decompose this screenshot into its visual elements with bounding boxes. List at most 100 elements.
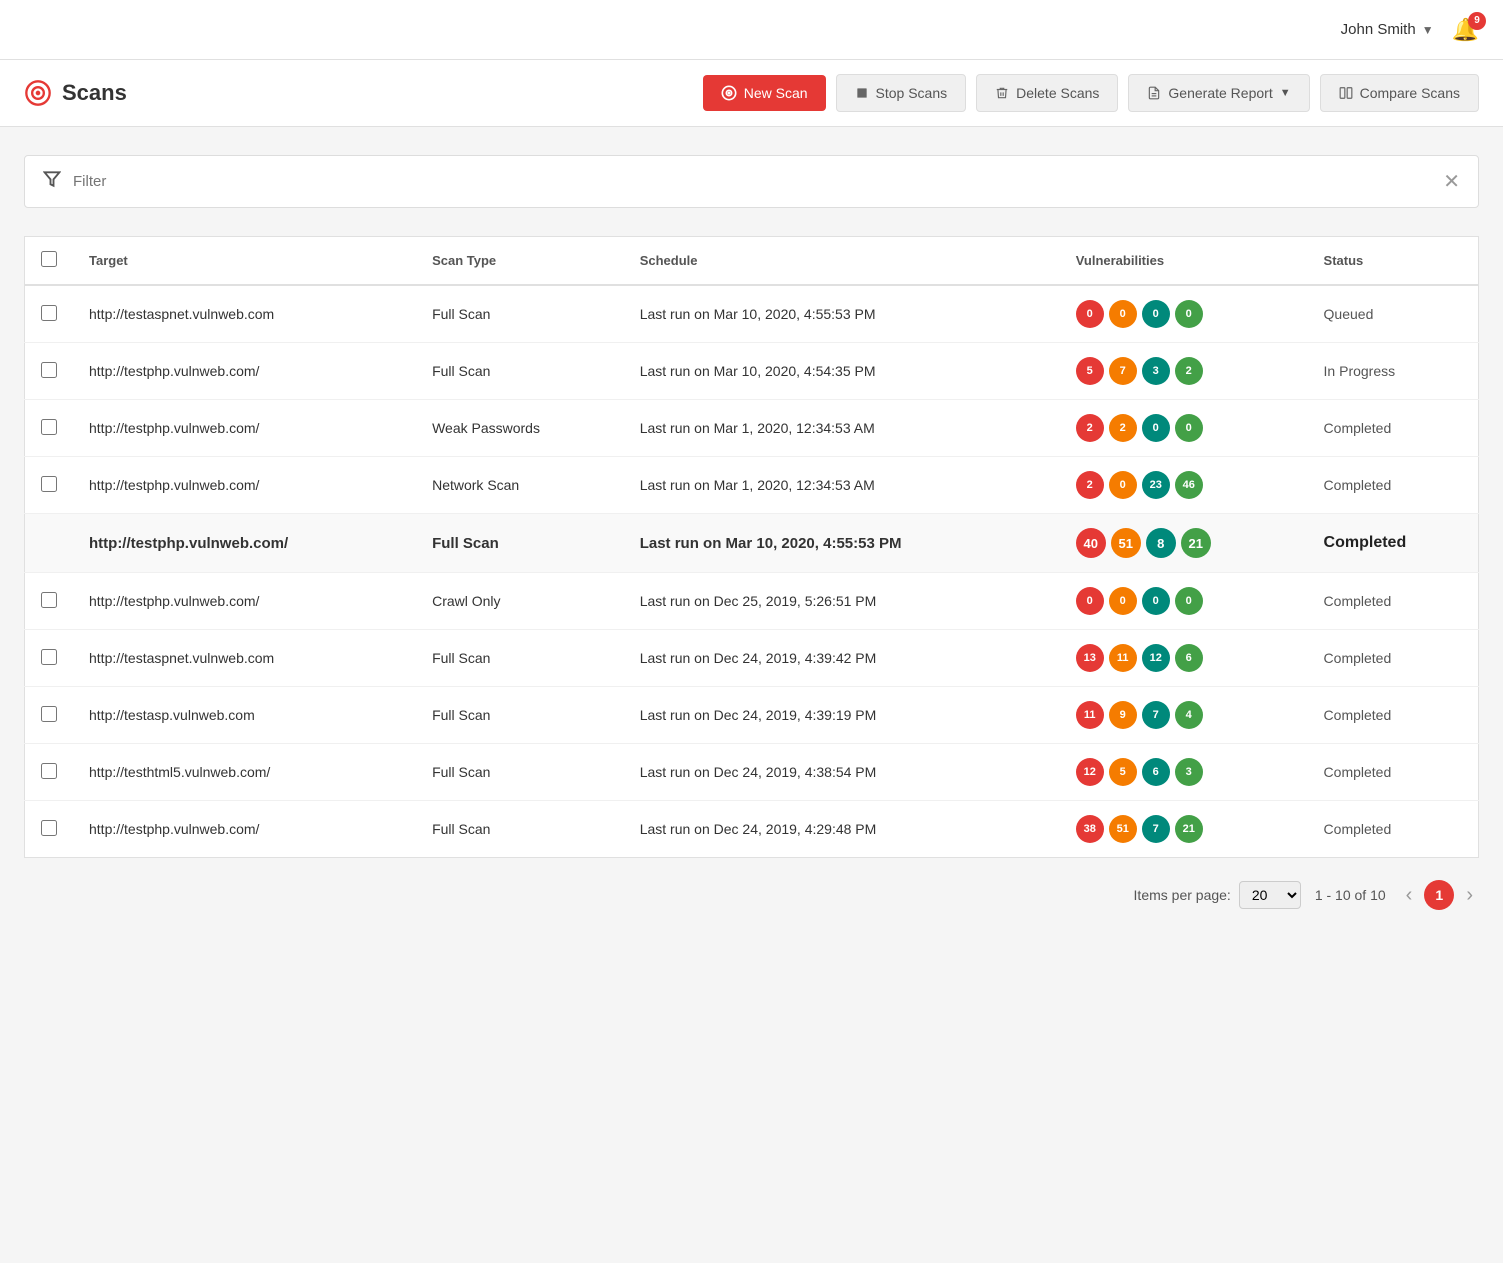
- table-row: http://testphp.vulnweb.com/Crawl OnlyLas…: [25, 573, 1479, 630]
- next-page-button[interactable]: ›: [1460, 882, 1479, 909]
- notification-badge: 9: [1468, 12, 1486, 30]
- vuln-badge: 0: [1076, 300, 1104, 328]
- generate-report-chevron: ▼: [1280, 87, 1291, 99]
- row-checkbox[interactable]: [41, 305, 57, 321]
- vuln-badge: 3: [1142, 357, 1170, 385]
- row-target: http://testasp.vulnweb.com: [73, 687, 416, 744]
- vuln-badge: 0: [1142, 300, 1170, 328]
- row-scan-type: Full Scan: [416, 801, 624, 858]
- vuln-badge: 0: [1175, 300, 1203, 328]
- col-vulnerabilities: Vulnerabilities: [1060, 237, 1308, 286]
- row-status: In Progress: [1308, 343, 1479, 400]
- delete-icon: [995, 86, 1009, 100]
- filter-clear-button[interactable]: ✕: [1443, 172, 1460, 192]
- row-schedule: Last run on Dec 24, 2019, 4:39:42 PM: [624, 630, 1060, 687]
- generate-report-button[interactable]: Generate Report ▼: [1128, 74, 1309, 112]
- prev-page-button[interactable]: ‹: [1400, 882, 1419, 909]
- vuln-badge: 7: [1142, 701, 1170, 729]
- vuln-badge: 4: [1175, 701, 1203, 729]
- row-status: Queued: [1308, 285, 1479, 343]
- vuln-badge: 51: [1109, 815, 1137, 843]
- row-schedule: Last run on Dec 25, 2019, 5:26:51 PM: [624, 573, 1060, 630]
- user-menu[interactable]: John Smith ▼: [1341, 21, 1434, 38]
- filter-input[interactable]: [73, 173, 1443, 190]
- row-vulnerabilities: 4051821: [1060, 514, 1308, 573]
- row-schedule: Last run on Dec 24, 2019, 4:38:54 PM: [624, 744, 1060, 801]
- toolbar: Scans New Scan Stop Scans Delete Scans: [0, 60, 1503, 127]
- row-schedule: Last run on Dec 24, 2019, 4:39:19 PM: [624, 687, 1060, 744]
- row-checkbox[interactable]: [41, 419, 57, 435]
- row-checkbox[interactable]: [41, 820, 57, 836]
- pagination-row: Items per page: 10 20 50 100 1 - 10 of 1…: [24, 880, 1479, 910]
- row-vulnerabilities: 202346: [1060, 457, 1308, 514]
- stop-scans-button[interactable]: Stop Scans: [836, 74, 967, 112]
- row-status: Completed: [1308, 573, 1479, 630]
- row-checkbox[interactable]: [41, 592, 57, 608]
- row-scan-type: Full Scan: [416, 687, 624, 744]
- row-status: Completed: [1308, 457, 1479, 514]
- vuln-badge: 6: [1142, 758, 1170, 786]
- vuln-badge: 5: [1076, 357, 1104, 385]
- user-chevron-icon: ▼: [1422, 23, 1434, 37]
- scans-table: Target Scan Type Schedule Vulnerabilitie…: [24, 236, 1479, 858]
- vuln-badge: 8: [1146, 528, 1176, 558]
- row-vulnerabilities: 3851721: [1060, 801, 1308, 858]
- vuln-badge: 21: [1181, 528, 1211, 558]
- vuln-badge: 12: [1076, 758, 1104, 786]
- row-checkbox[interactable]: [41, 763, 57, 779]
- col-target: Target: [73, 237, 416, 286]
- page-title: Scans: [62, 80, 127, 106]
- table-row: http://testhtml5.vulnweb.com/Full ScanLa…: [25, 744, 1479, 801]
- select-all-checkbox[interactable]: [41, 251, 57, 267]
- vuln-badge: 11: [1109, 644, 1137, 672]
- vuln-badge: 51: [1111, 528, 1141, 558]
- vuln-badge: 9: [1109, 701, 1137, 729]
- vuln-badge: 2: [1109, 414, 1137, 442]
- table-row: http://testphp.vulnweb.com/Full ScanLast…: [25, 343, 1479, 400]
- notification-button[interactable]: 🔔 9: [1452, 17, 1479, 43]
- table-row: http://testasp.vulnweb.comFull ScanLast …: [25, 687, 1479, 744]
- vuln-badge: 6: [1175, 644, 1203, 672]
- row-vulnerabilities: 0000: [1060, 573, 1308, 630]
- row-scan-type: Full Scan: [416, 744, 624, 801]
- row-vulnerabilities: 11974: [1060, 687, 1308, 744]
- row-schedule: Last run on Mar 10, 2020, 4:55:53 PM: [624, 285, 1060, 343]
- page-nav: ‹ 1 ›: [1400, 880, 1479, 910]
- vuln-badge: 11: [1076, 701, 1104, 729]
- filter-icon: [43, 170, 61, 193]
- row-checkbox[interactable]: [41, 476, 57, 492]
- row-target: http://testhtml5.vulnweb.com/: [73, 744, 416, 801]
- table-row: http://testaspnet.vulnweb.comFull ScanLa…: [25, 285, 1479, 343]
- current-page: 1: [1424, 880, 1454, 910]
- scans-icon: [24, 79, 52, 107]
- delete-scans-button[interactable]: Delete Scans: [976, 74, 1118, 112]
- vuln-badge: 0: [1175, 587, 1203, 615]
- select-all-header[interactable]: [25, 237, 74, 286]
- row-schedule: Last run on Mar 1, 2020, 12:34:53 AM: [624, 457, 1060, 514]
- row-checkbox[interactable]: [41, 362, 57, 378]
- table-row: http://testaspnet.vulnweb.comFull ScanLa…: [25, 630, 1479, 687]
- new-scan-button[interactable]: New Scan: [703, 75, 826, 111]
- vuln-badge: 2: [1175, 357, 1203, 385]
- row-checkbox[interactable]: [41, 649, 57, 665]
- compare-scans-button[interactable]: Compare Scans: [1320, 74, 1479, 112]
- vuln-badge: 2: [1076, 414, 1104, 442]
- vuln-badge: 2: [1076, 471, 1104, 499]
- table-row: http://testphp.vulnweb.com/Network ScanL…: [25, 457, 1479, 514]
- row-target: http://testaspnet.vulnweb.com: [73, 630, 416, 687]
- row-status: Completed: [1308, 400, 1479, 457]
- row-vulnerabilities: 12563: [1060, 744, 1308, 801]
- items-per-page-select[interactable]: 10 20 50 100: [1239, 881, 1301, 909]
- row-scan-type: Full Scan: [416, 514, 624, 573]
- report-icon: [1147, 86, 1161, 100]
- vuln-badge: 5: [1109, 758, 1137, 786]
- vuln-badge: 40: [1076, 528, 1106, 558]
- vuln-badge: 13: [1076, 644, 1104, 672]
- items-per-page-label: Items per page:: [1134, 887, 1231, 903]
- row-checkbox[interactable]: [41, 706, 57, 722]
- row-vulnerabilities: 2200: [1060, 400, 1308, 457]
- vuln-badge: 0: [1076, 587, 1104, 615]
- row-vulnerabilities: 1311126: [1060, 630, 1308, 687]
- row-status: Completed: [1308, 801, 1479, 858]
- page-range: 1 - 10 of 10: [1315, 887, 1386, 903]
